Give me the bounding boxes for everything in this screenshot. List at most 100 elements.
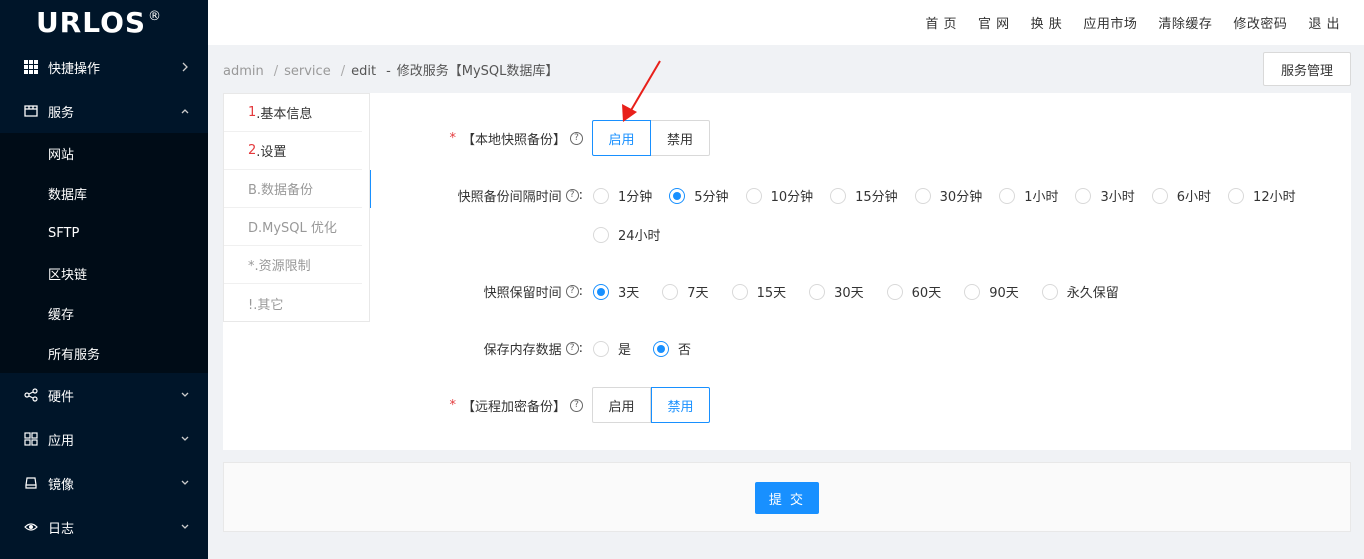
sidebar: URLOS ® 快捷操作 服务 网站 数据库 SFTP 区块链 缓存 所有服务 硬… [0, 0, 208, 559]
drive-icon [24, 476, 38, 490]
help-icon[interactable]: ? [565, 342, 579, 355]
retention-option-15d[interactable]: 15天 [731, 282, 786, 301]
interval-option-30min[interactable]: 30分钟 [914, 186, 982, 205]
retention-options: 3天 7天 15天 30天 60天 90天 永久保留 [593, 282, 1119, 301]
header-link-official-site[interactable]: 官 网 [978, 13, 1010, 32]
form-card: 1 .基本信息 2 .设置 B.数据备份 D.MySQL 优化 *.资源限制 !.其… [223, 93, 1351, 450]
interval-option-5min[interactable]: 5分钟 [669, 186, 729, 205]
retention-row: 快照保留时间?: 3天 7天 15天 30天 60天 90天 永久保留 [443, 282, 1119, 301]
step-settings[interactable]: 2 .设置 [224, 132, 362, 170]
step-resource-limit[interactable]: *.资源限制 [224, 246, 362, 284]
sidebar-subitem-sftp[interactable]: SFTP [0, 213, 208, 253]
step-data-backup[interactable]: B.数据备份 [224, 170, 371, 208]
services-submenu: 网站 数据库 SFTP 区块链 缓存 所有服务 [0, 133, 208, 373]
chevron-down-icon [180, 478, 190, 488]
remote-backup-row: * 【远程加密备份】? 启用 禁用 [443, 387, 710, 423]
help-icon[interactable]: ? [565, 189, 579, 202]
interval-option-10min[interactable]: 10分钟 [745, 186, 813, 205]
interval-options: 1分钟 5分钟 10分钟 15分钟 30分钟 1小时 3小时 6小时 12小时 [593, 186, 1296, 205]
share-icon [24, 388, 38, 402]
header-link-clear-cache[interactable]: 清除缓存 [1158, 13, 1212, 32]
local-backup-label: * 【本地快照备份】? [443, 129, 583, 148]
sidebar-item-images[interactable]: 镜像 [0, 461, 208, 505]
interval-label-row: 快照备份间隔时间?: [443, 186, 583, 205]
chevron-down-icon [180, 390, 190, 400]
apps-icon [24, 432, 38, 446]
sidebar-item-label: 日志 [48, 521, 75, 537]
breadcrumb-edit: edit [351, 64, 377, 79]
retention-option-7d[interactable]: 7天 [662, 282, 709, 301]
interval-option-1min[interactable]: 1分钟 [593, 186, 652, 205]
sidebar-subitem-blockchain[interactable]: 区块链 [0, 253, 208, 293]
sidebar-subitem-cache[interactable]: 缓存 [0, 293, 208, 333]
breadcrumb: admin / service / edit - 修改服务【MySQL数据库】 [223, 64, 559, 79]
eye-icon [24, 520, 38, 534]
local-backup-disable-button[interactable]: 禁用 [651, 120, 710, 156]
sidebar-item-label: 应用 [48, 433, 75, 449]
help-icon[interactable]: ? [570, 398, 583, 412]
sidebar-subitem-all-services[interactable]: 所有服务 [0, 333, 208, 373]
breadcrumb-admin[interactable]: admin [223, 64, 264, 79]
retention-label: 快照保留时间?: [483, 284, 583, 301]
header-link-app-market[interactable]: 应用市场 [1083, 13, 1137, 32]
interval-option-1h[interactable]: 1小时 [999, 186, 1058, 205]
chevron-down-icon [180, 434, 190, 444]
help-icon[interactable]: ? [565, 285, 579, 298]
retention-option-60d[interactable]: 60天 [886, 282, 941, 301]
interval-option-12h[interactable]: 12小时 [1228, 186, 1296, 205]
local-backup-toggle: 启用 禁用 [592, 120, 710, 156]
service-manage-button[interactable]: 服务管理 [1263, 52, 1351, 86]
chevron-up-icon [180, 106, 190, 116]
interval-option-6h[interactable]: 6小时 [1151, 186, 1211, 205]
interval-option-24h[interactable]: 24小时 [593, 225, 661, 244]
retention-option-forever[interactable]: 永久保留 [1041, 282, 1119, 301]
header-link-change-password[interactable]: 修改密码 [1233, 13, 1287, 32]
retention-option-90d[interactable]: 90天 [964, 282, 1019, 301]
interval-option-15min[interactable]: 15分钟 [830, 186, 898, 205]
header-link-home[interactable]: 首 页 [925, 13, 957, 32]
save-memory-label: 保存内存数据?: [483, 341, 583, 358]
sidebar-item-label: 硬件 [48, 389, 75, 405]
chevron-down-icon [180, 522, 190, 532]
form-footer: 提 交 [223, 462, 1351, 532]
interval-label: 快照备份间隔时间?: [457, 188, 583, 205]
help-icon[interactable]: ? [570, 131, 583, 145]
header-link-logout[interactable]: 退 出 [1308, 13, 1340, 32]
grid-icon [24, 60, 38, 74]
submit-button[interactable]: 提 交 [755, 482, 819, 514]
steps-divider [369, 93, 370, 322]
store-icon [24, 104, 38, 118]
logo: URLOS ® [0, 0, 208, 45]
retention-option-3d[interactable]: 3天 [593, 282, 639, 301]
sidebar-item-quick-ops[interactable]: 快捷操作 [0, 45, 208, 89]
sidebar-item-logs[interactable]: 日志 [0, 505, 208, 549]
sidebar-item-label: 快捷操作 [48, 61, 101, 77]
sidebar-item-services[interactable]: 服务 [0, 89, 208, 133]
save-memory-option-yes[interactable]: 是 [593, 339, 631, 358]
step-other[interactable]: !.其它 [224, 284, 362, 322]
interval-options-wrap: 24小时 [593, 225, 661, 244]
breadcrumb-service[interactable]: service [284, 64, 331, 79]
sidebar-item-apps[interactable]: 应用 [0, 417, 208, 461]
retention-option-30d[interactable]: 30天 [809, 282, 864, 301]
required-mark: * [449, 130, 456, 146]
logo-text: URLOS [35, 6, 147, 39]
sidebar-item-hardware[interactable]: 硬件 [0, 373, 208, 417]
remote-backup-enable-button[interactable]: 启用 [592, 387, 651, 423]
local-backup-enable-button[interactable]: 启用 [592, 120, 651, 156]
step-basic-info[interactable]: 1 .基本信息 [224, 94, 362, 132]
sidebar-item-label: 镜像 [48, 477, 75, 493]
header-link-skin[interactable]: 换 肤 [1031, 13, 1063, 32]
save-memory-option-no[interactable]: 否 [653, 339, 691, 358]
sidebar-subitem-database[interactable]: 数据库 [0, 173, 208, 213]
remote-backup-disable-button[interactable]: 禁用 [651, 387, 710, 423]
local-backup-row: * 【本地快照备份】? 启用 禁用 [443, 120, 710, 156]
save-memory-row: 保存内存数据?: 是 否 [443, 339, 691, 358]
sidebar-subitem-website[interactable]: 网站 [0, 133, 208, 173]
page-title: 修改服务【MySQL数据库】 [396, 64, 559, 79]
sidebar-item-label: 服务 [48, 105, 75, 121]
interval-option-3h[interactable]: 3小时 [1075, 186, 1135, 205]
steps-nav: 1 .基本信息 2 .设置 B.数据备份 D.MySQL 优化 *.资源限制 !.其… [223, 93, 371, 322]
remote-backup-toggle: 启用 禁用 [592, 387, 710, 423]
step-mysql-optimize[interactable]: D.MySQL 优化 [224, 208, 362, 246]
